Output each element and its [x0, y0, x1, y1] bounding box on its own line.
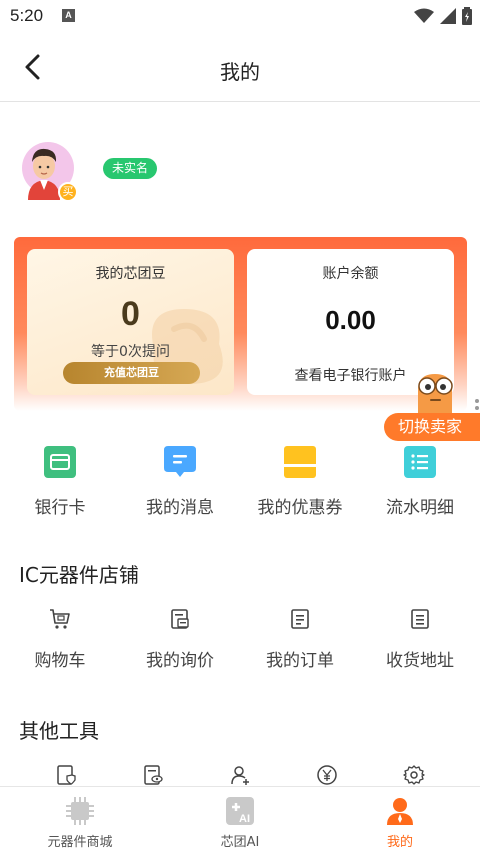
message-icon — [164, 446, 196, 477]
navigation-bar: 我的 — [0, 32, 480, 102]
document-shield-icon[interactable] — [55, 764, 77, 786]
balance-value: 0.00 — [325, 305, 376, 335]
shop-item-label: 收货地址 — [386, 651, 454, 671]
chip-icon — [66, 797, 94, 825]
settings-icon[interactable] — [403, 764, 425, 786]
balance-title: 账户余额 — [322, 266, 379, 282]
tab-label: 芯团AI — [220, 835, 260, 850]
tab-label: 我的 — [386, 835, 413, 850]
status-indicators — [414, 7, 472, 25]
beans-title: 我的芯团豆 — [95, 266, 166, 282]
quick-action-label: 我的消息 — [146, 498, 214, 518]
mascot-icon — [418, 374, 453, 416]
tab-my-profile[interactable]: 我的 — [320, 787, 480, 853]
shop-actions: 购物车 我的询价 我的订单 收货地址 — [0, 606, 480, 676]
profile-icon — [387, 798, 413, 825]
tools-section-title: 其他工具 — [19, 719, 99, 743]
page-title: 我的 — [220, 60, 260, 84]
cart-icon — [50, 609, 70, 629]
statement-icon — [404, 446, 436, 478]
user-add-icon[interactable] — [229, 764, 251, 786]
verification-status-badge[interactable]: 未实名 — [103, 158, 158, 179]
status-time: 5:20 — [10, 6, 44, 25]
quick-actions: 银行卡 我的消息 我的优惠券 流水明细 — [0, 444, 480, 524]
tab-label: 元器件商城 — [47, 835, 113, 850]
svg-text:AI: AI — [239, 813, 250, 825]
recharge-beans-button[interactable]: 充值芯团豆 — [63, 362, 200, 384]
document-eye-icon[interactable] — [142, 764, 164, 786]
edge-drag-handle-icon[interactable] — [474, 398, 480, 412]
tools-row — [0, 764, 480, 788]
quick-action-coupons[interactable]: 我的优惠券 — [240, 444, 360, 524]
shop-item-address[interactable]: 收货地址 — [360, 606, 480, 676]
shop-item-label: 购物车 — [34, 651, 86, 671]
ai-icon: AI — [226, 797, 254, 825]
shop-item-orders[interactable]: 我的订单 — [240, 606, 360, 676]
address-icon — [411, 609, 429, 629]
quick-action-bank-card[interactable]: 银行卡 — [0, 444, 120, 524]
shop-section-title: IC元器件店铺 — [19, 563, 139, 587]
order-icon — [291, 609, 309, 629]
inquiry-icon — [171, 609, 189, 629]
quick-action-label: 我的优惠券 — [257, 498, 343, 518]
wallet-card: 我的芯团豆 0 等于0次提问 充值芯团豆 账户余额 0.00 查看电子银行账户 — [14, 237, 467, 411]
switch-seller-button[interactable]: 切换卖家 — [384, 413, 480, 441]
bank-card-icon — [44, 446, 76, 478]
quick-action-messages[interactable]: 我的消息 — [120, 444, 240, 524]
quick-action-statement[interactable]: 流水明细 — [360, 444, 480, 524]
shop-item-inquiry[interactable]: 我的询价 — [120, 606, 240, 676]
status-bar: 5:20 A — [0, 0, 480, 32]
shop-item-label: 我的询价 — [146, 651, 214, 671]
avatar[interactable]: 买 — [14, 140, 78, 202]
yuan-icon[interactable] — [316, 764, 338, 786]
beans-equivalent-text: 等于0次提问 — [91, 344, 170, 360]
beans-value: 0 — [121, 295, 140, 333]
beans-panel[interactable]: 我的芯团豆 0 等于0次提问 充值芯团豆 — [27, 249, 234, 395]
wifi-icon — [414, 8, 434, 23]
battery-icon — [462, 7, 472, 25]
notification-icon: A — [62, 9, 75, 22]
coupon-icon — [284, 446, 316, 478]
bottom-tab-bar: 元器件商城 AI 芯团AI 我的 — [0, 786, 480, 853]
tab-ai[interactable]: AI 芯团AI — [160, 787, 320, 853]
quick-action-label: 流水明细 — [386, 498, 454, 518]
buyer-role-badge: 买 — [58, 182, 78, 202]
signal-icon — [440, 8, 456, 24]
tab-component-mall[interactable]: 元器件商城 — [0, 787, 160, 853]
quick-action-label: 银行卡 — [34, 498, 86, 518]
shop-item-cart[interactable]: 购物车 — [0, 606, 120, 676]
shop-item-label: 我的订单 — [266, 651, 334, 671]
